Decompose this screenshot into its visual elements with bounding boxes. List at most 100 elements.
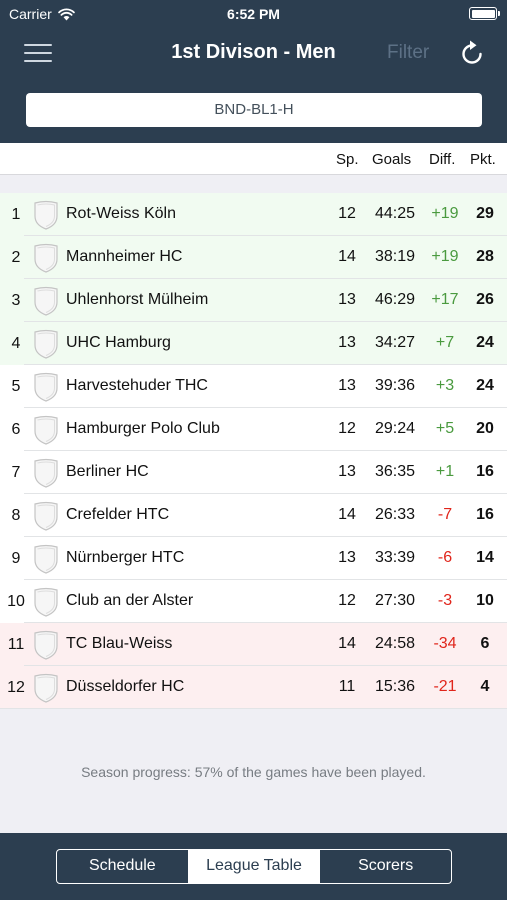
row-sp: 13 xyxy=(338,463,356,480)
table-spacer xyxy=(0,175,507,194)
row-rank: 9 xyxy=(11,550,21,567)
row-team: Uhlenhorst Mülheim xyxy=(66,291,209,308)
season-progress-text: Season progress: 57% of the games have b… xyxy=(81,764,426,780)
row-sp: 12 xyxy=(338,420,356,437)
team-crest-icon xyxy=(34,329,58,359)
row-team: TC Blau-Weiss xyxy=(66,635,173,652)
row-rank: 12 xyxy=(7,679,25,696)
row-diff: +7 xyxy=(435,334,455,351)
row-goals: 46:29 xyxy=(374,291,416,308)
row-team: Berliner HC xyxy=(66,463,149,480)
row-pkt: 16 xyxy=(476,506,494,523)
row-sp: 12 xyxy=(338,205,356,222)
row-sp: 13 xyxy=(338,549,356,566)
team-crest-icon xyxy=(34,587,58,617)
row-rank: 7 xyxy=(11,464,21,481)
row-pkt: 24 xyxy=(476,334,494,351)
table-row[interactable]: 8 Crefelder HTC 14 26:33 -7 16 xyxy=(0,494,507,537)
row-rank: 8 xyxy=(11,507,21,524)
tab-schedule[interactable]: Schedule xyxy=(57,850,188,883)
row-rank: 6 xyxy=(11,421,21,438)
table-row[interactable]: 10 Club an der Alster 12 27:30 -3 10 xyxy=(0,580,507,623)
row-pkt: 20 xyxy=(476,420,494,437)
row-diff: -6 xyxy=(437,549,453,566)
row-rank: 3 xyxy=(11,292,21,309)
team-crest-icon xyxy=(34,544,58,574)
league-selector-field[interactable]: BND-BL1-H xyxy=(26,93,482,127)
team-crest-icon xyxy=(34,372,58,402)
hamburger-menu-icon[interactable] xyxy=(24,41,54,65)
row-team: Hamburger Polo Club xyxy=(66,420,220,437)
row-team: UHC Hamburg xyxy=(66,334,171,351)
tab-league-table[interactable]: League Table xyxy=(187,850,320,883)
team-crest-icon xyxy=(34,501,58,531)
page-title: 1st Divison - Men xyxy=(171,41,336,63)
header-sp: Sp. xyxy=(336,151,359,168)
row-goals: 36:35 xyxy=(374,463,416,480)
row-diff: +1 xyxy=(435,463,455,480)
row-pkt: 28 xyxy=(476,248,494,265)
row-diff: +19 xyxy=(431,248,459,265)
refresh-icon[interactable] xyxy=(458,39,486,67)
row-sp: 14 xyxy=(338,635,356,652)
row-pkt: 16 xyxy=(476,463,494,480)
row-diff: +3 xyxy=(435,377,455,394)
row-pkt: 10 xyxy=(476,592,494,609)
table-row[interactable]: 7 Berliner HC 13 36:35 +1 16 xyxy=(0,451,507,494)
row-pkt: 6 xyxy=(480,635,490,652)
table-row[interactable]: 9 Nürnberger HTC 13 33:39 -6 14 xyxy=(0,537,507,580)
row-team: Mannheimer HC xyxy=(66,248,183,265)
row-team: Rot-Weiss Köln xyxy=(66,205,176,222)
table-row[interactable]: 6 Hamburger Polo Club 12 29:24 +5 20 xyxy=(0,408,507,451)
filter-button[interactable]: Filter xyxy=(387,42,429,64)
row-team: Nürnberger HTC xyxy=(66,549,185,566)
row-pkt: 4 xyxy=(480,678,490,695)
row-goals: 34:27 xyxy=(374,334,416,351)
table-header: Sp. Goals Diff. Pkt. xyxy=(0,143,507,175)
row-goals: 29:24 xyxy=(374,420,416,437)
row-rank: 10 xyxy=(7,593,25,610)
team-crest-icon xyxy=(34,243,58,273)
row-rank: 11 xyxy=(7,636,25,653)
row-goals: 44:25 xyxy=(374,205,416,222)
status-bar: Carrier 6:52 PM xyxy=(0,0,507,28)
row-sp: 13 xyxy=(338,377,356,394)
league-selector-bar: BND-BL1-H xyxy=(0,80,507,143)
row-goals: 26:33 xyxy=(374,506,416,523)
row-pkt: 24 xyxy=(476,377,494,394)
table-row[interactable]: 5 Harvestehuder THC 13 39:36 +3 24 xyxy=(0,365,507,408)
row-rank: 2 xyxy=(11,249,21,266)
view-segmented-control: Schedule League Table Scorers xyxy=(56,849,452,884)
table-row[interactable]: 11 TC Blau-Weiss 14 24:58 -34 6 xyxy=(0,623,507,666)
row-team: Harvestehuder THC xyxy=(66,377,208,394)
table-row[interactable]: 1 Rot-Weiss Köln 12 44:25 +19 29 xyxy=(0,193,507,236)
row-pkt: 29 xyxy=(476,205,494,222)
row-sp: 11 xyxy=(338,678,356,695)
row-goals: 33:39 xyxy=(374,549,416,566)
team-crest-icon xyxy=(34,200,58,230)
row-diff: -21 xyxy=(433,678,457,695)
row-pkt: 14 xyxy=(476,549,494,566)
battery-icon xyxy=(469,7,500,20)
table-row[interactable]: 12 Düsseldorfer HC 11 15:36 -21 4 xyxy=(0,666,507,709)
row-pkt: 26 xyxy=(476,291,494,308)
row-team: Club an der Alster xyxy=(66,592,194,609)
table-row[interactable]: 3 Uhlenhorst Mülheim 13 46:29 +17 26 xyxy=(0,279,507,322)
header-pkt: Pkt. xyxy=(470,151,496,168)
team-crest-icon xyxy=(34,286,58,316)
status-time: 6:52 PM xyxy=(227,6,280,22)
row-goals: 24:58 xyxy=(374,635,416,652)
row-goals: 39:36 xyxy=(374,377,416,394)
tab-scorers[interactable]: Scorers xyxy=(319,850,451,883)
row-diff: +5 xyxy=(435,420,455,437)
row-diff: +19 xyxy=(431,205,459,222)
table-row[interactable]: 4 UHC Hamburg 13 34:27 +7 24 xyxy=(0,322,507,365)
row-sp: 13 xyxy=(338,334,356,351)
row-goals: 38:19 xyxy=(374,248,416,265)
row-diff: -3 xyxy=(437,592,453,609)
header-goals: Goals xyxy=(372,151,412,168)
table-row[interactable]: 2 Mannheimer HC 14 38:19 +19 28 xyxy=(0,236,507,279)
row-diff: -34 xyxy=(433,635,457,652)
league-table: 1 Rot-Weiss Köln 12 44:25 +19 29 2 Mannh… xyxy=(0,193,507,709)
row-goals: 27:30 xyxy=(374,592,416,609)
